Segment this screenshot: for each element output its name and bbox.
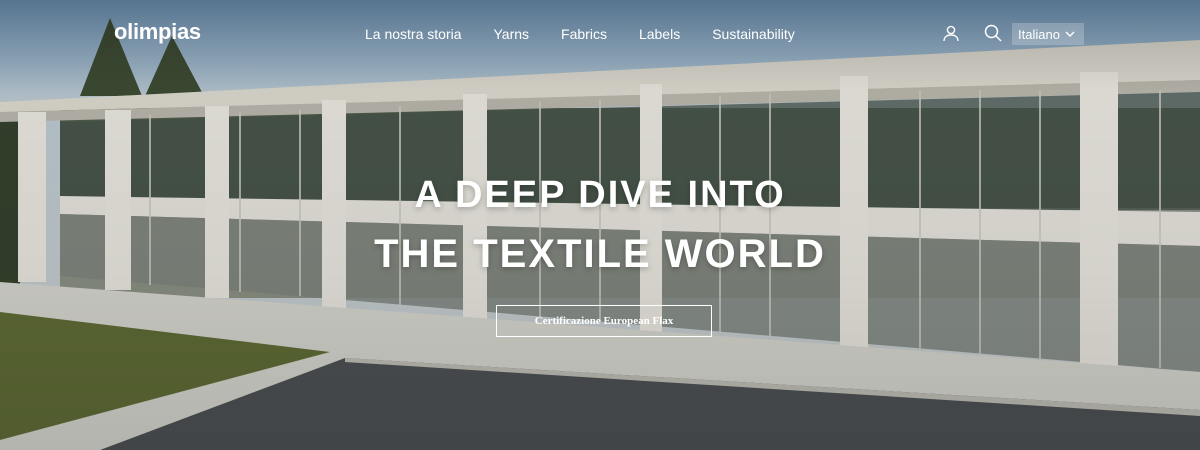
user-icon[interactable] — [942, 24, 962, 44]
site-header: olimpias La nostra storia Yarns Fabrics … — [0, 0, 1200, 68]
main-nav: La nostra storia Yarns Fabrics Labels Su… — [349, 24, 811, 44]
language-select[interactable]: Italiano — [1012, 23, 1084, 45]
logo[interactable]: olimpias — [114, 19, 201, 45]
nav-item-labels[interactable]: Labels — [623, 24, 696, 44]
hero-headline-line1: A DEEP DIVE INTO — [414, 174, 786, 216]
nav-item-yarns[interactable]: Yarns — [478, 24, 546, 44]
hero-headline-line2: THE TEXTILE WORLD — [374, 232, 826, 276]
chevron-down-icon — [1065, 31, 1075, 37]
hero-banner: olimpias La nostra storia Yarns Fabrics … — [0, 0, 1200, 450]
nav-item-fabrics[interactable]: Fabrics — [545, 24, 623, 44]
certification-button[interactable]: Certificazione European Flax — [496, 305, 712, 337]
language-label: Italiano — [1018, 26, 1060, 42]
nav-item-storia[interactable]: La nostra storia — [349, 24, 478, 44]
nav-item-sustainability[interactable]: Sustainability — [696, 24, 811, 44]
search-icon[interactable] — [984, 24, 1004, 44]
